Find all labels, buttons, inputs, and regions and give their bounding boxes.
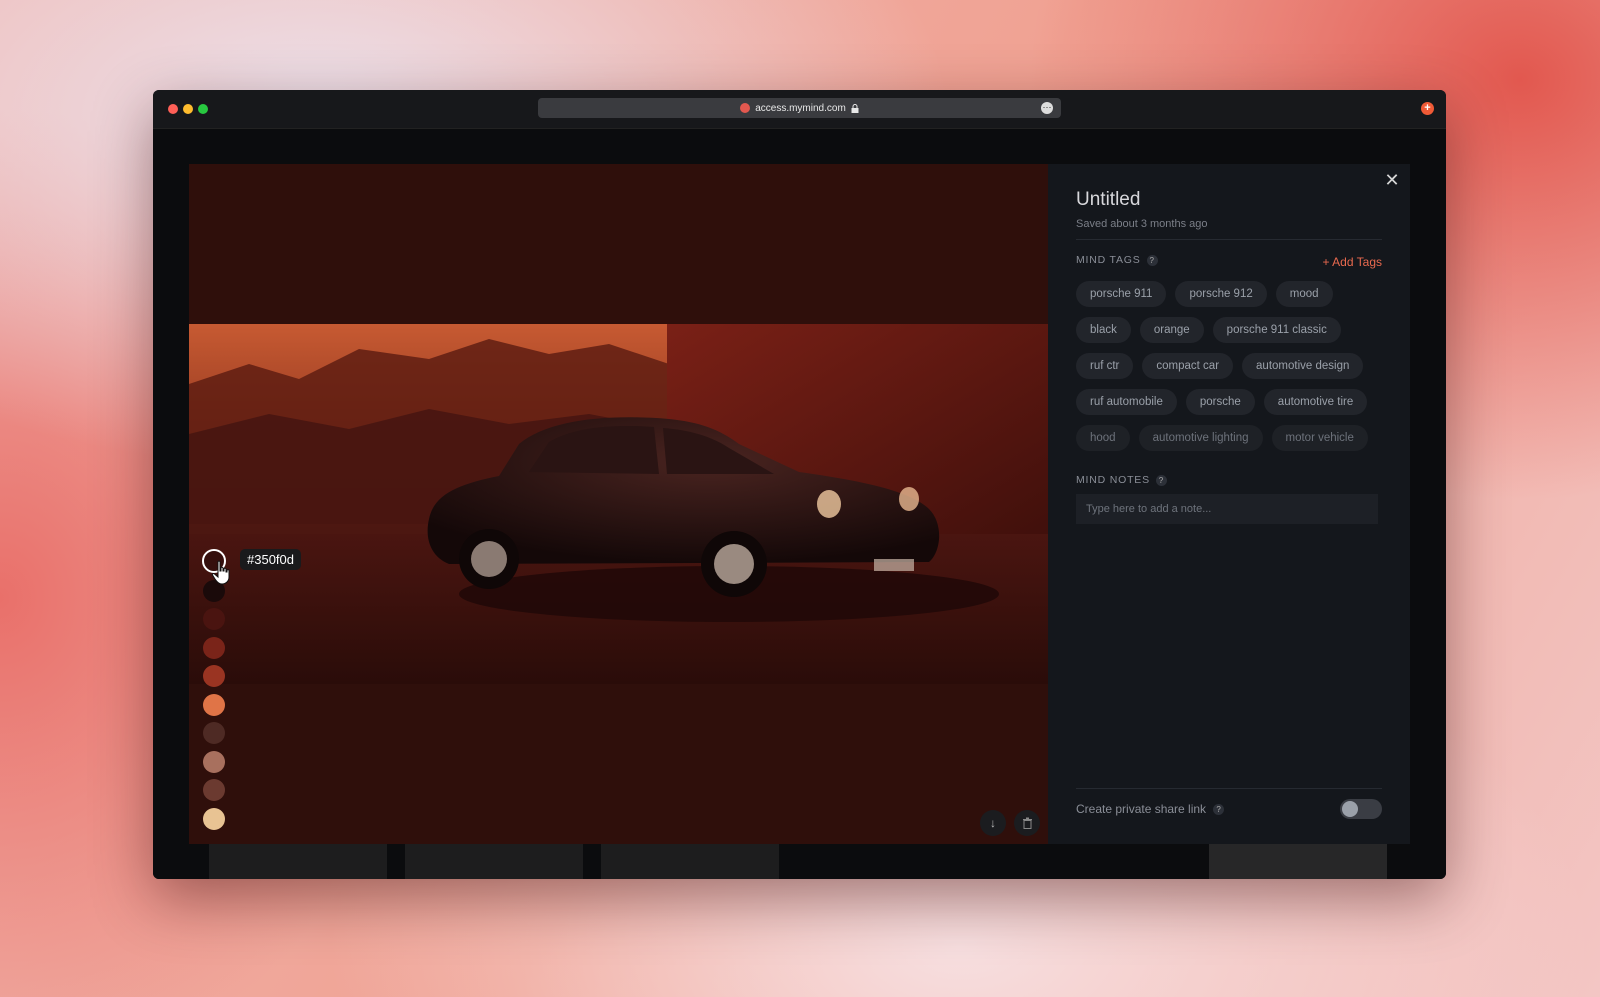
close-icon: ✕ bbox=[1384, 170, 1400, 190]
tag-chip[interactable]: porsche 912 bbox=[1175, 281, 1267, 307]
color-swatch[interactable] bbox=[203, 808, 225, 830]
note-input[interactable] bbox=[1076, 494, 1378, 524]
window-maximize-button[interactable] bbox=[198, 104, 208, 114]
mind-tags-heading: MIND TAGS bbox=[1076, 254, 1141, 266]
background-thumbnail bbox=[405, 843, 583, 879]
car-photo[interactable] bbox=[189, 324, 1048, 684]
background-thumbnail bbox=[209, 843, 387, 879]
more-options-icon[interactable]: ⋯ bbox=[1041, 102, 1053, 114]
site-favicon-icon bbox=[740, 103, 751, 113]
color-swatch[interactable] bbox=[203, 608, 225, 630]
help-icon[interactable]: ? bbox=[1146, 254, 1158, 266]
tag-chip[interactable]: porsche 911 bbox=[1076, 281, 1167, 307]
color-swatch[interactable] bbox=[203, 751, 225, 773]
color-swatch[interactable] bbox=[203, 779, 225, 801]
color-swatch[interactable] bbox=[203, 637, 225, 659]
trash-icon bbox=[1022, 817, 1032, 829]
extension-add-icon[interactable]: + bbox=[1421, 102, 1434, 115]
tag-chip[interactable]: automotive lighting bbox=[1138, 425, 1263, 451]
tag-chip[interactable]: orange bbox=[1139, 317, 1204, 343]
mind-tags-label: MIND TAGS ? bbox=[1076, 254, 1158, 266]
tag-chip[interactable]: compact car bbox=[1142, 353, 1234, 379]
browser-titlebar: access.mymind.com ⋯ + bbox=[153, 90, 1446, 129]
background-thumbnail bbox=[601, 843, 779, 879]
delete-button[interactable] bbox=[1014, 810, 1040, 836]
address-bar[interactable]: access.mymind.com ⋯ bbox=[538, 98, 1061, 118]
saved-timestamp: Saved about 3 months ago bbox=[1076, 218, 1208, 230]
tag-list: porsche 911 porsche 912 mood black orang… bbox=[1076, 281, 1386, 451]
download-icon: ↓ bbox=[990, 816, 996, 830]
preview-actions: ↓ bbox=[980, 810, 1040, 836]
hand-cursor-icon bbox=[211, 560, 230, 585]
lock-icon bbox=[851, 103, 859, 113]
tag-chip[interactable]: motor vehicle bbox=[1271, 425, 1368, 451]
tag-chip[interactable]: porsche 911 classic bbox=[1212, 317, 1341, 343]
toggle-knob bbox=[1342, 801, 1358, 817]
tag-chip[interactable]: black bbox=[1076, 317, 1131, 343]
url-text: access.mymind.com bbox=[755, 102, 846, 114]
tag-chip[interactable]: automotive design bbox=[1242, 353, 1364, 379]
background-thumbnail bbox=[1209, 843, 1387, 879]
color-hex-tooltip: #350f0d bbox=[240, 549, 301, 570]
download-button[interactable]: ↓ bbox=[980, 810, 1006, 836]
browser-window: access.mymind.com ⋯ + #350f0d ↓ ✕ Untitl… bbox=[153, 90, 1446, 879]
share-link-toggle[interactable] bbox=[1340, 799, 1382, 819]
help-icon[interactable]: ? bbox=[1213, 803, 1225, 815]
card-detail-modal: #350f0d ↓ ✕ Untitled Saved about 3 month… bbox=[189, 164, 1410, 844]
tag-chip[interactable]: porsche bbox=[1185, 389, 1255, 415]
details-panel: ✕ Untitled Saved about 3 months ago MIND… bbox=[1048, 164, 1410, 844]
mind-notes-label: MIND NOTES ? bbox=[1076, 474, 1167, 486]
divider bbox=[1076, 788, 1382, 789]
close-button[interactable]: ✕ bbox=[1384, 170, 1400, 190]
color-swatch[interactable] bbox=[203, 722, 225, 744]
tag-chip[interactable]: ruf automobile bbox=[1076, 389, 1177, 415]
share-link-row: Create private share link ? bbox=[1076, 802, 1225, 816]
add-tags-button[interactable]: + Add Tags bbox=[1323, 255, 1383, 269]
share-link-label: Create private share link bbox=[1076, 802, 1207, 816]
divider bbox=[1076, 239, 1382, 240]
window-minimize-button[interactable] bbox=[183, 104, 193, 114]
tag-chip[interactable]: hood bbox=[1076, 425, 1130, 451]
mind-notes-heading: MIND NOTES bbox=[1076, 474, 1150, 486]
help-icon[interactable]: ? bbox=[1155, 474, 1167, 486]
card-title[interactable]: Untitled bbox=[1076, 189, 1140, 211]
window-close-button[interactable] bbox=[168, 104, 178, 114]
color-swatch[interactable] bbox=[203, 694, 225, 716]
color-swatch[interactable] bbox=[203, 665, 225, 687]
tag-chip[interactable]: mood bbox=[1275, 281, 1333, 307]
tag-chip[interactable]: automotive tire bbox=[1263, 389, 1368, 415]
image-preview: #350f0d ↓ bbox=[189, 164, 1048, 844]
tag-chip[interactable]: ruf ctr bbox=[1076, 353, 1134, 379]
